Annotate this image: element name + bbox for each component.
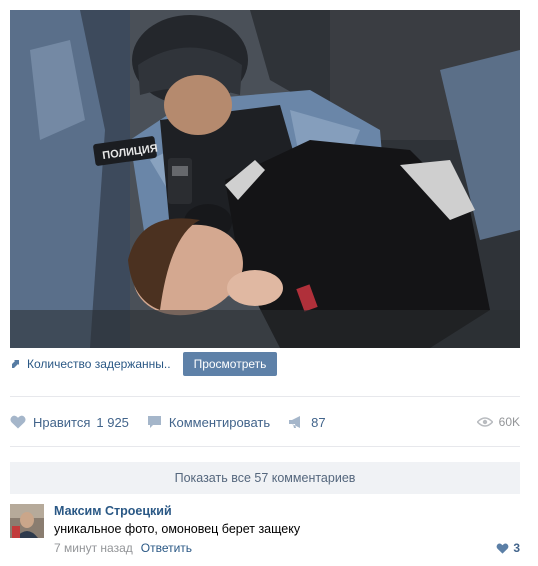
heart-icon	[496, 543, 509, 554]
comment-author[interactable]: Максим Строецкий	[54, 504, 172, 518]
views-counter: 60K	[476, 415, 520, 429]
comment-label: Комментировать	[168, 414, 271, 430]
like-button[interactable]: Нравится 1 925	[10, 415, 129, 430]
like-label: Нравится	[33, 414, 91, 430]
attachment-text[interactable]: Количество задержанны..	[27, 357, 171, 371]
comment-like-button[interactable]: 3	[496, 541, 520, 555]
comment-item: Максим Строецкий уникальное фото, омонов…	[10, 504, 520, 560]
reply-link[interactable]: Ответить	[141, 541, 192, 555]
share-button[interactable]: 87	[288, 414, 326, 430]
link-arrow-icon	[10, 358, 22, 370]
view-button[interactable]: Просмотреть	[182, 352, 278, 376]
comment-text: уникальное фото, омоновец берет защеку	[54, 522, 301, 536]
post-actions: Нравится 1 925 Комментировать 87 60K	[10, 410, 520, 434]
post-photo[interactable]: ПОЛИЦИЯ	[10, 10, 520, 348]
comment-meta: 7 минут назад Ответить	[54, 541, 192, 555]
megaphone-icon	[289, 416, 301, 428]
eye-icon	[476, 417, 493, 427]
comment-button[interactable]: Комментировать	[147, 415, 270, 430]
comment-time[interactable]: 7 минут назад	[54, 541, 133, 555]
divider	[10, 396, 520, 397]
link-attachment: Количество задержанны.. Просмотреть	[10, 352, 520, 376]
avatar[interactable]	[10, 504, 44, 538]
photo-image: ПОЛИЦИЯ	[10, 10, 520, 348]
share-count: 87	[311, 414, 326, 430]
divider	[10, 446, 520, 447]
heart-icon	[10, 415, 26, 429]
like-count: 1 925	[96, 414, 129, 430]
comment-like-count: 3	[513, 541, 520, 555]
show-all-comments-button[interactable]: Показать все 57 комментариев	[10, 462, 520, 494]
views-count: 60K	[498, 415, 520, 429]
comment-icon	[147, 416, 161, 428]
